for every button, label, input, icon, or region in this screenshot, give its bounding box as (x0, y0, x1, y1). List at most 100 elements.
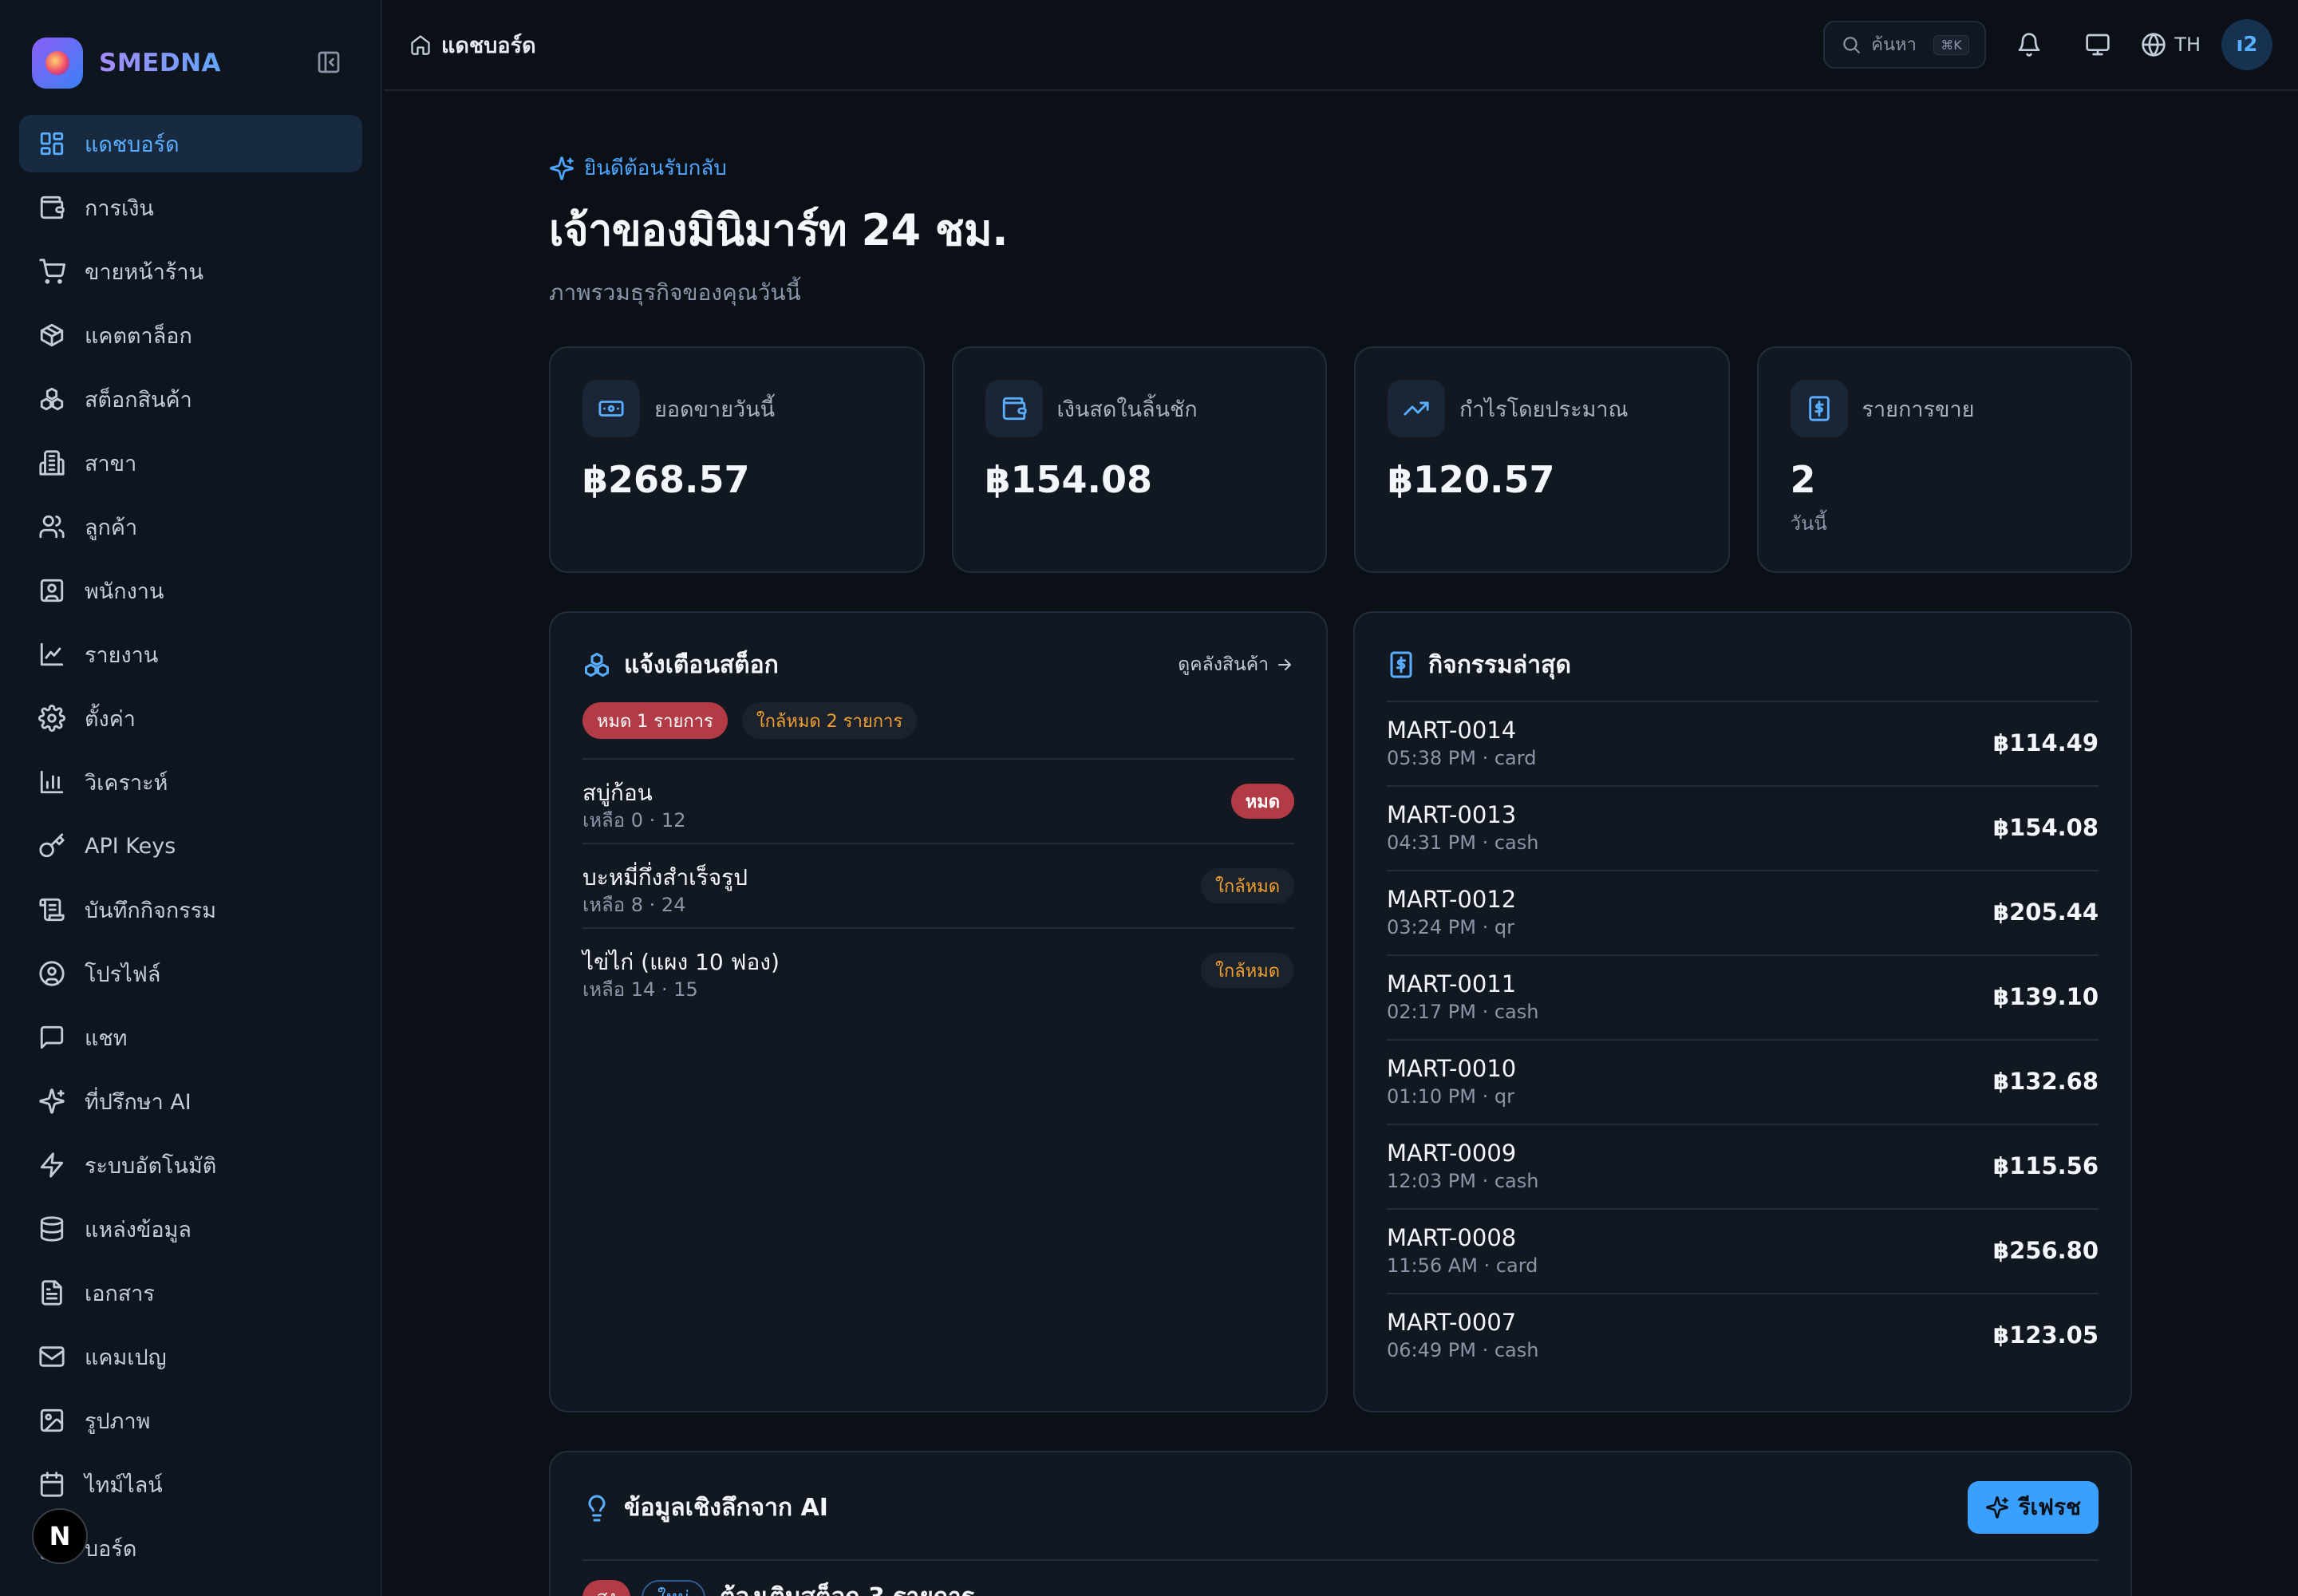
sidebar-item-label: รูปภาพ (85, 1408, 151, 1434)
sidebar-item-label: บอร์ด (85, 1536, 137, 1562)
status-badge: ใกล้หมด (1201, 953, 1294, 988)
transaction-meta: 03:24 PM · qr (1387, 916, 1514, 938)
sidebar-item-data-sources[interactable]: แหล่งข้อมูล (19, 1200, 362, 1258)
monitor-icon (2086, 34, 2110, 56)
sidebar-item-label: รายงาน (85, 642, 159, 668)
panel-title: กิจกรรมล่าสุด (1428, 650, 1571, 679)
transaction-meta: 11:56 AM · card (1387, 1254, 1538, 1277)
image-icon (40, 1408, 64, 1432)
chat-icon (40, 1025, 64, 1049)
next-dev-indicator[interactable]: N (32, 1508, 88, 1564)
stat-label: รายการขาย (1862, 397, 1975, 422)
sidebar-item-label: บันทึกกิจกรรม (85, 898, 217, 923)
list-item[interactable]: MART-0012 03:24 PM · qr ฿205.44 (1387, 870, 2099, 954)
file-icon (41, 1280, 62, 1306)
list-item[interactable]: MART-0007 06:49 PM · cash ฿123.05 (1387, 1293, 2099, 1377)
refresh-button[interactable]: รีเฟรช (1967, 1481, 2099, 1534)
list-item[interactable]: MART-0013 04:31 PM · cash ฿154.08 (1387, 785, 2099, 870)
transaction-meta: 01:10 PM · qr (1387, 1085, 1514, 1108)
transaction-id: MART-0008 (1387, 1224, 1517, 1251)
transaction-amount: ฿115.56 (1992, 1152, 2099, 1179)
sidebar-item-label: ตั้งค่า (85, 706, 136, 732)
sidebar-item-documents[interactable]: เอกสาร (19, 1264, 362, 1321)
bolt-icon (40, 1152, 64, 1178)
stat-card-cash-drawer[interactable]: เงินสดในลิ้นชัก ฿154.08 (951, 346, 1327, 573)
panel-title: ข้อมูลเชิงลึกจาก AI (624, 1494, 828, 1522)
list-item[interactable]: บะหมี่กึ่งสำเร็จรูป เหลือ 8 · 24 ใกล้หมด (582, 843, 1294, 927)
sparkles-icon (1985, 1496, 2008, 1519)
view-inventory-link[interactable]: ดูคลังสินค้า (1178, 650, 1294, 679)
bell-icon (2018, 33, 2040, 57)
transaction-id: MART-0014 (1387, 717, 1517, 744)
list-item[interactable]: MART-0010 01:10 PM · qr ฿132.68 (1387, 1039, 2099, 1124)
boxes-icon (585, 653, 609, 677)
list-item[interactable]: MART-0011 02:17 PM · cash ฿139.10 (1387, 954, 2099, 1039)
list-item[interactable]: สบู่ก้อน เหลือ 0 · 12 หมด (582, 758, 1294, 843)
sidebar-item-chat[interactable]: แชท (19, 1009, 362, 1066)
display-button[interactable] (2072, 19, 2123, 70)
scroll-icon (39, 898, 65, 922)
divider (582, 1559, 2099, 1561)
sidebar-item-branches[interactable]: สาขา (19, 434, 362, 492)
banknote-icon (582, 380, 640, 437)
avatar[interactable]: ı2 (2221, 19, 2272, 70)
sidebar-item-dashboard[interactable]: แดชบอร์ด (19, 115, 362, 172)
brand[interactable]: SMEDNA (32, 37, 221, 89)
sidebar-item-pos[interactable]: ขายหน้าร้าน (19, 243, 362, 300)
stat-card-profit[interactable]: กำไรโดยประมาณ ฿120.57 (1354, 346, 1730, 573)
sidebar-nav: แดชบอร์ด การเงิน ขายหน้าร้าน แคตตาล็อก ส… (19, 115, 362, 1583)
topbar: แดชบอร์ด ⌘K TH ı2 (384, 0, 2298, 91)
boxes-icon (40, 387, 64, 411)
transaction-id: MART-0012 (1387, 886, 1517, 913)
priority-badge: สูง (582, 1579, 631, 1596)
language-switcher[interactable]: TH (2141, 32, 2201, 57)
stock-list: สบู่ก้อน เหลือ 0 · 12 หมด บะหมี่กึ่งสำเร… (582, 758, 1294, 1012)
search-box[interactable]: ⌘K (1823, 21, 1987, 69)
sidebar-item-label: ขายหน้าร้าน (85, 259, 203, 285)
sidebar-item-catalog[interactable]: แคตตาล็อก (19, 306, 362, 364)
sidebar-item-automation[interactable]: ระบบอัตโนมัติ (19, 1136, 362, 1194)
cart-icon (39, 259, 65, 284)
stat-label: กำไรโดยประมาณ (1459, 397, 1629, 422)
notifications-button[interactable] (2004, 19, 2055, 70)
transaction-meta: 12:03 PM · cash (1387, 1170, 1539, 1192)
transaction-meta: 06:49 PM · cash (1387, 1339, 1539, 1361)
list-item[interactable]: ไข่ไก่ (แผง 10 ฟอง) เหลือ 14 · 15 ใกล้หม… (582, 927, 1294, 1012)
sidebar-item-ai-advisor[interactable]: ที่ปรึกษา AI (19, 1073, 362, 1130)
insight-item[interactable]: สูง ใหม่ ต้องเติมสต็อก 3 รายการ (582, 1578, 974, 1596)
sidebar-item-analytics[interactable]: วิเคราะห์ (19, 753, 362, 811)
sidebar-item-finance[interactable]: การเงิน (19, 179, 362, 236)
sidebar-item-activity-log[interactable]: บันทึกกิจกรรม (19, 881, 362, 938)
sidebar-item-profile[interactable]: โปรไฟล์ (19, 945, 362, 1002)
list-item[interactable]: MART-0014 05:38 PM · card ฿114.49 (1387, 701, 2099, 785)
sidebar-item-timeline[interactable]: ไทม์ไลน์ (19, 1456, 362, 1513)
gear-icon (38, 705, 65, 732)
transaction-id: MART-0011 (1387, 970, 1517, 998)
database-icon (40, 1216, 64, 1242)
search-input[interactable] (1871, 34, 1929, 55)
transaction-meta: 05:38 PM · card (1387, 747, 1537, 769)
sidebar-item-staff[interactable]: พนักงาน (19, 562, 362, 619)
stat-card-sales-today[interactable]: ยอดขายวันนี้ ฿268.57 (549, 346, 925, 573)
transaction-amount: ฿154.08 (1992, 814, 2099, 841)
sidebar-item-images[interactable]: รูปภาพ (19, 1392, 362, 1449)
collapse-sidebar-icon[interactable] (316, 49, 342, 75)
stat-value: ฿154.08 (985, 458, 1153, 501)
sidebar-item-settings[interactable]: ตั้งค่า (19, 689, 362, 747)
list-item[interactable]: MART-0008 11:56 AM · card ฿256.80 (1387, 1208, 2099, 1293)
list-item[interactable]: MART-0009 12:03 PM · cash ฿115.56 (1387, 1124, 2099, 1208)
out-of-stock-chip[interactable]: หมด 1 รายการ (582, 702, 728, 739)
sidebar-item-campaigns[interactable]: แคมเปญ (19, 1328, 362, 1385)
sidebar-item-reports[interactable]: รายงาน (19, 626, 362, 683)
transaction-amount: ฿123.05 (1992, 1321, 2099, 1349)
sidebar: SMEDNA แดชบอร์ด การเงิน ขายหน้าร้าน แคตต… (0, 0, 382, 1596)
stat-card-transactions[interactable]: รายการขาย 2 วันนี้ (1756, 346, 2132, 573)
sidebar-item-label: ลูกค้า (85, 515, 138, 540)
low-stock-chip[interactable]: ใกล้หมด 2 รายการ (741, 702, 918, 739)
breadcrumb[interactable]: แดชบอร์ด (409, 28, 536, 62)
sidebar-item-customers[interactable]: ลูกค้า (19, 498, 362, 555)
transaction-meta: 02:17 PM · cash (1387, 1001, 1539, 1023)
wallet-icon (985, 380, 1043, 437)
sidebar-item-stock[interactable]: สต็อกสินค้า (19, 370, 362, 428)
sidebar-item-api-keys[interactable]: API Keys (19, 817, 362, 875)
